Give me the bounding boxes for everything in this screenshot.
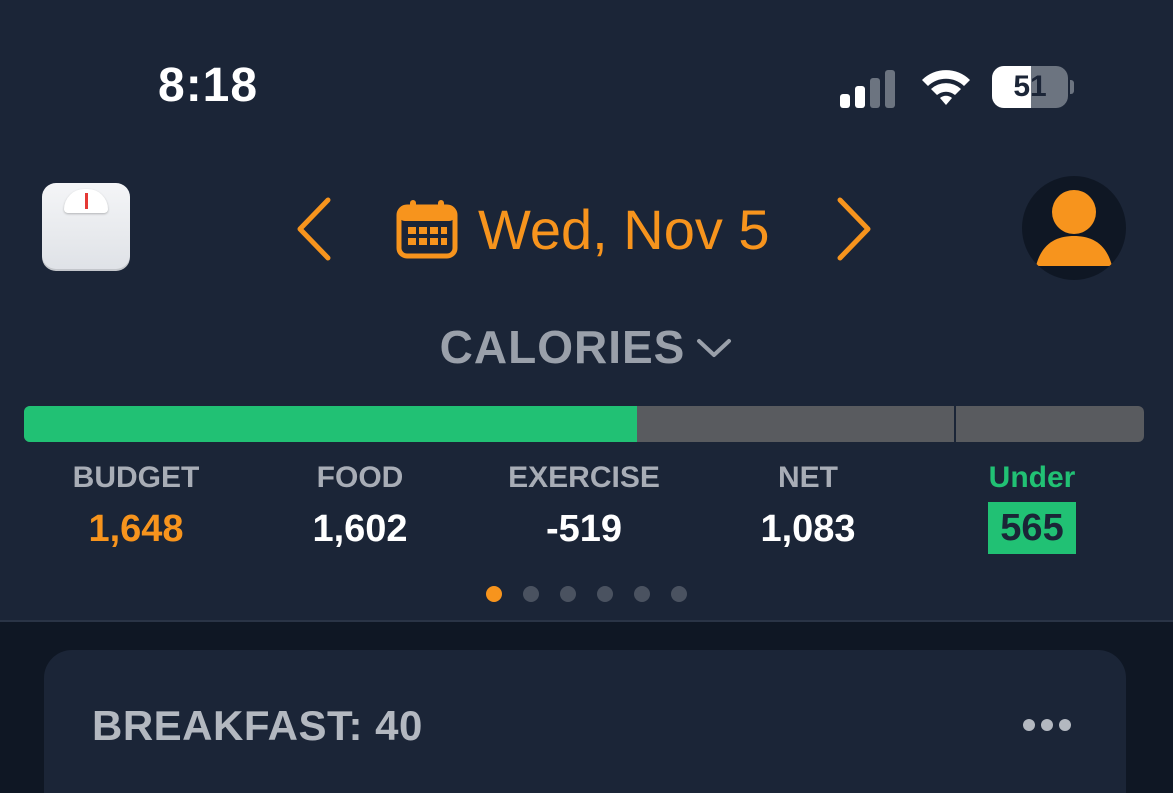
stat-label: Under — [988, 461, 1076, 494]
calorie-stats: BUDGET 1,648 FOOD 1,602 EXERCISE -519 NE… — [24, 458, 1144, 558]
chevron-left-icon[interactable] — [292, 196, 336, 262]
status-time: 8:18 — [158, 59, 259, 112]
chevron-right-icon[interactable] — [832, 196, 876, 262]
battery-percent: 51 — [1013, 70, 1047, 103]
stat-net: NET 1,083 — [696, 458, 920, 554]
stat-label: EXERCISE — [508, 461, 660, 494]
progress-fill-food — [24, 406, 637, 442]
pager-dot[interactable] — [486, 586, 502, 602]
date-label: Wed, Nov 5 — [478, 197, 770, 261]
under-badge: 565 — [988, 502, 1076, 554]
stat-label: BUDGET — [72, 461, 200, 494]
scale-needle — [85, 193, 88, 209]
stat-label: NET — [778, 461, 838, 494]
app-screen: 8:18 51 Wed, Nov 5 CALORIES BUDGET 1,648… — [0, 0, 1173, 793]
profile-avatar-icon[interactable] — [1022, 176, 1126, 280]
stat-value: 1,083 — [760, 508, 856, 550]
pager-dot[interactable] — [671, 586, 687, 602]
stat-value: 1,602 — [312, 508, 408, 550]
stat-under: Under 565 — [920, 458, 1144, 554]
scale-icon[interactable] — [42, 183, 130, 271]
budget-marker — [954, 406, 956, 442]
pager-dot[interactable] — [634, 586, 650, 602]
battery-tip — [1070, 80, 1074, 94]
signal-icon — [840, 70, 895, 108]
wifi-icon — [922, 70, 970, 105]
battery-body: 51 — [992, 66, 1068, 108]
pager-dot[interactable] — [597, 586, 613, 602]
metric-label: CALORIES — [439, 321, 686, 373]
pager-dot[interactable] — [523, 586, 539, 602]
stat-budget: BUDGET 1,648 — [24, 458, 248, 554]
metric-dropdown[interactable]: CALORIES — [0, 320, 1173, 374]
pager-dot[interactable] — [560, 586, 576, 602]
stat-value: 1,648 — [88, 508, 184, 550]
meal-title: BREAKFAST: 40 — [92, 702, 423, 749]
meal-card-breakfast[interactable]: BREAKFAST: 40 — [44, 650, 1126, 793]
stat-food: FOOD 1,602 — [248, 458, 472, 554]
calendar-icon — [396, 200, 458, 259]
more-dots-icon[interactable] — [1022, 716, 1072, 734]
stat-exercise: EXERCISE -519 — [472, 458, 696, 554]
date-selector[interactable]: Wed, Nov 5 — [396, 196, 770, 262]
page-indicator[interactable] — [0, 586, 1173, 602]
person-icon — [1036, 190, 1112, 266]
chevron-down-icon — [697, 339, 732, 357]
battery-icon: 51 — [992, 66, 1074, 108]
calorie-progress-bar — [24, 406, 1144, 442]
stat-label: FOOD — [316, 461, 404, 494]
stat-value: -519 — [545, 508, 623, 550]
